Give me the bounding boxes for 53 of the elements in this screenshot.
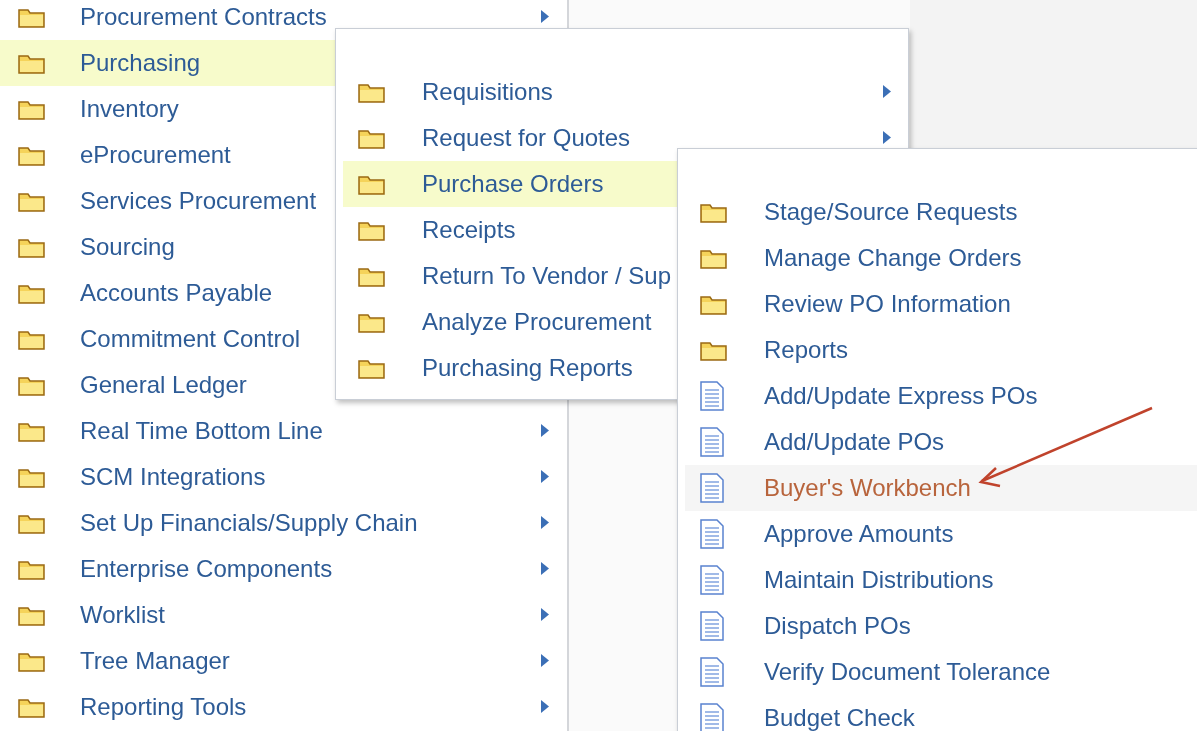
document-icon	[700, 611, 724, 641]
menu-item[interactable]: Tree Manager	[0, 638, 567, 684]
folder-icon	[18, 512, 46, 534]
folder-icon	[358, 265, 386, 287]
menu-item[interactable]: Enterprise Components	[0, 546, 567, 592]
menu-item[interactable]: Worklist	[0, 592, 567, 638]
folder-icon	[18, 52, 46, 74]
folder-icon	[18, 144, 46, 166]
folder-icon	[358, 127, 386, 149]
menu-item[interactable]: Maintain Distributions	[685, 557, 1197, 603]
folder-icon	[700, 293, 728, 315]
folder-icon	[18, 190, 46, 212]
menu-item[interactable]: Reports	[685, 327, 1197, 373]
menu-item[interactable]: Set Up Financials/Supply Chain	[0, 500, 567, 546]
folder-icon	[18, 650, 46, 672]
menu-item[interactable]: SCM Integrations	[0, 454, 567, 500]
folder-icon	[358, 173, 386, 195]
folder-icon	[358, 219, 386, 241]
folder-icon	[18, 282, 46, 304]
document-icon	[700, 519, 724, 549]
menu-item[interactable]: Review PO Information	[685, 281, 1197, 327]
folder-icon	[18, 420, 46, 442]
menu-item[interactable]: Add/Update Express POs	[685, 373, 1197, 419]
folder-icon	[18, 374, 46, 396]
document-icon	[700, 427, 724, 457]
folder-icon	[18, 236, 46, 258]
menu-item[interactable]: Add/Update POs	[685, 419, 1197, 465]
folder-icon	[18, 696, 46, 718]
menu-item[interactable]: Dispatch POs	[685, 603, 1197, 649]
folder-icon	[358, 357, 386, 379]
menu-item[interactable]: Budget Check	[685, 695, 1197, 731]
document-icon	[700, 657, 724, 687]
document-icon	[700, 473, 724, 503]
menu-item[interactable]: Verify Document Tolerance	[685, 649, 1197, 695]
menu-item[interactable]: Manage Change Orders	[685, 235, 1197, 281]
menu-item[interactable]: Buyer's Workbench	[685, 465, 1197, 511]
folder-icon	[18, 466, 46, 488]
folder-icon	[18, 6, 46, 28]
menu-item[interactable]: Approve Amounts	[685, 511, 1197, 557]
folder-icon	[18, 98, 46, 120]
document-icon	[700, 565, 724, 595]
menu-item[interactable]: Procurement Contracts	[0, 0, 567, 40]
folder-icon	[700, 201, 728, 223]
folder-icon	[700, 339, 728, 361]
folder-icon	[18, 558, 46, 580]
folder-icon	[358, 311, 386, 333]
folder-icon	[700, 247, 728, 269]
folder-icon	[18, 328, 46, 350]
menu-item[interactable]: Reporting Tools	[0, 684, 567, 730]
folder-icon	[18, 604, 46, 626]
document-icon	[700, 381, 724, 411]
menu-item[interactable]: Real Time Bottom Line	[0, 408, 567, 454]
folder-icon	[358, 81, 386, 103]
